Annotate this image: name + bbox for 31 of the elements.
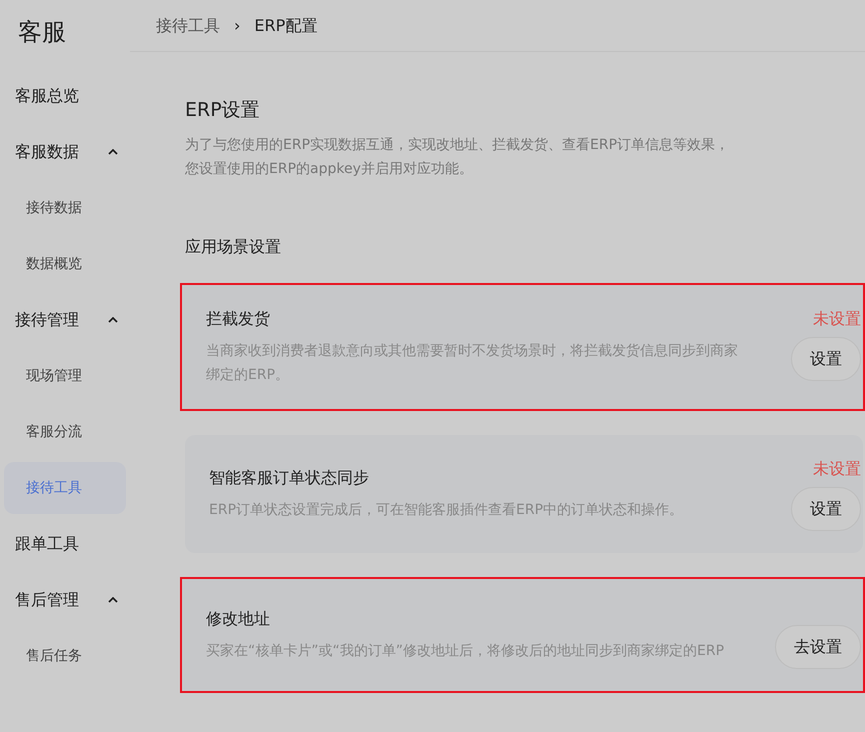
sidebar-item[interactable]: 售后管理 (0, 572, 130, 628)
status-label: 未设置 (813, 458, 861, 480)
sidebar-subitem[interactable]: 接待数据 (4, 182, 126, 234)
breadcrumb-item[interactable]: 接待工具 (156, 14, 220, 38)
status-label: 未设置 (813, 308, 861, 330)
section-description: 为了与您使用的ERP实现数据互通，实现改地址、拦截发货、查看ERP订单信息等效果， 您设置使用的ERP的appkey并启用对应功能。 (185, 136, 730, 178)
sidebar-item[interactable]: 接待管理 (0, 292, 130, 348)
scenes-title: 应用场景设置 (185, 236, 282, 258)
sidebar-title: 客服 (17, 17, 67, 48)
card-title: 修改地址 (206, 608, 271, 630)
sidebar-subitem[interactable]: 客服分流 (4, 406, 126, 458)
card-description: 买家在“核单卡片”或“我的订单”修改地址后，将修改后的地址同步到商家绑定的ERP (206, 642, 726, 660)
sidebar-subitem[interactable]: 现场管理 (4, 350, 126, 402)
card-title: 拦截发货 (206, 308, 271, 330)
card-title: 智能客服订单状态同步 (209, 466, 370, 488)
card-description: ERP订单状态设置完成后，可在智能客服插件查看ERP中的订单状态和操作。 (209, 500, 684, 520)
sidebar-subitem[interactable]: 售后任务 (4, 630, 126, 682)
breadcrumb-item: ERP配置 (254, 14, 318, 36)
card-description: 当商家收到消费者退款意向或其他需要暂时不发货场景时，将拦截发货信息同步到商家绑定的ERP。 (206, 342, 739, 384)
setup-button[interactable]: 设置 (791, 336, 861, 380)
sidebar-item[interactable]: 跟单工具 (0, 516, 130, 572)
sidebar-subitem[interactable]: 数据概览 (4, 238, 126, 290)
breadcrumb-separator: › (234, 14, 240, 36)
sidebar-item[interactable]: 客服数据 (0, 124, 130, 180)
section-title: ERP设置 (185, 98, 261, 123)
caret-icon (108, 597, 118, 603)
sidebar-item[interactable]: 客服总览 (0, 68, 130, 124)
caret-icon (108, 149, 118, 155)
setup-button[interactable]: 设置 (791, 486, 861, 530)
setup-button[interactable]: 去设置 (775, 624, 861, 668)
caret-icon (108, 317, 118, 323)
